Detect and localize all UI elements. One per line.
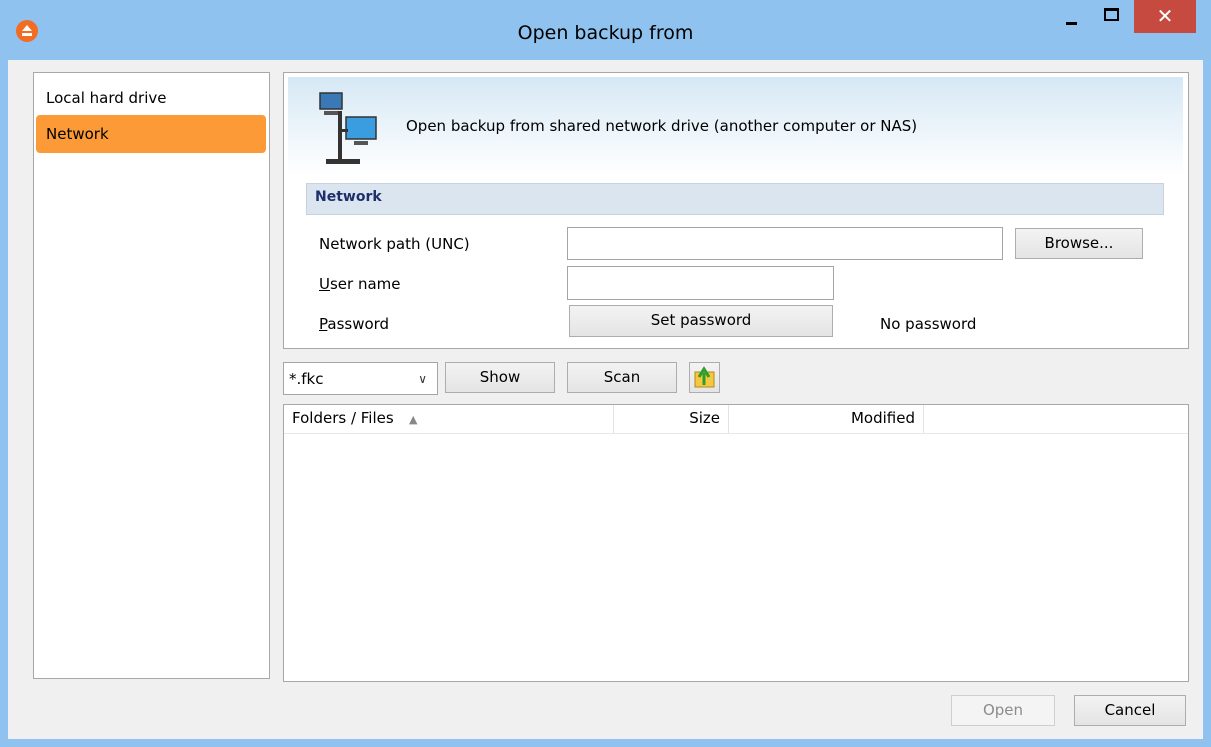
banner: Open backup from shared network drive (a… [288,77,1183,175]
browse-button[interactable]: Browse... [1015,228,1143,259]
set-password-button[interactable]: Set password [569,305,833,337]
title-bar[interactable]: Open backup from ✕ [0,0,1211,60]
column-header-size[interactable]: Size [614,405,729,433]
folder-up-icon [694,366,715,388]
window-title: Open backup from [517,22,694,44]
network-path-input[interactable] [567,227,1003,260]
username-label: User name [319,275,401,293]
column-header-label: Folders / Files [292,409,394,427]
password-label: Password [319,315,390,333]
banner-text: Open backup from shared network drive (a… [406,117,918,135]
minimize-icon [1066,22,1077,25]
chevron-down-icon: ∨ [418,372,427,386]
scan-button[interactable]: Scan [567,362,677,393]
section-title: Network [315,189,382,205]
header-divider [284,433,1188,434]
nav-item-label: Local hard drive [46,89,167,107]
file-filter-select[interactable]: *.fkc ∨ [283,362,438,395]
network-section-header: Network [306,183,1164,215]
password-status: No password [880,315,977,333]
column-header-folders-files[interactable]: Folders / Files ▲ [284,405,614,433]
minimize-button[interactable] [1058,0,1088,32]
nav-item-label: Network [46,125,109,143]
username-input[interactable] [567,266,834,300]
folder-up-button[interactable] [689,362,720,393]
network-path-label: Network path (UNC) [319,235,470,253]
close-icon: ✕ [1156,4,1174,28]
dialog-body: Local hard drive Network Open backup fro… [8,60,1203,739]
open-button[interactable]: Open [951,695,1055,726]
dialog-window: Open backup from ✕ Local hard drive Netw… [0,0,1211,747]
network-computers-icon [318,89,388,173]
show-button[interactable]: Show [445,362,555,393]
column-header-label: Modified [850,409,915,427]
source-list: Local hard drive Network [33,72,270,679]
column-header-modified[interactable]: Modified [729,405,924,433]
filter-value: *.fkc [289,370,324,388]
sort-ascending-icon: ▲ [409,413,418,426]
maximize-button[interactable] [1094,0,1126,32]
nav-item-network[interactable]: Network [36,115,266,153]
maximize-icon [1104,8,1119,21]
network-settings-panel: Open backup from shared network drive (a… [283,72,1189,349]
file-list[interactable]: Folders / Files ▲ Size Modified [283,404,1189,682]
close-button[interactable]: ✕ [1134,0,1196,33]
cancel-button[interactable]: Cancel [1074,695,1186,726]
column-header-label: Size [689,409,720,427]
